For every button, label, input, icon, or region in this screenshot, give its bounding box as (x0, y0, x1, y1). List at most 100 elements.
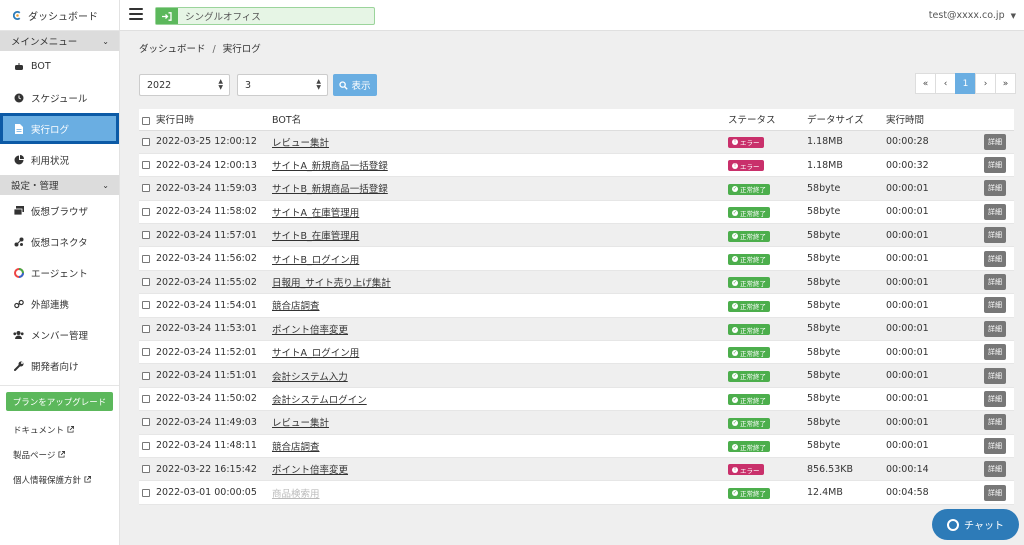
bot-link[interactable]: レビュー集計 (272, 138, 329, 149)
row-checkbox[interactable] (142, 184, 150, 193)
sidebar-item-virtual-connector[interactable]: 仮想コネクタ (0, 226, 119, 257)
row-checkbox[interactable] (142, 394, 150, 403)
user-menu[interactable]: test@xxxx.co.jp ▼ (929, 10, 1016, 21)
detail-button[interactable]: 詳細 (984, 227, 1006, 244)
row-checkbox[interactable] (142, 371, 150, 380)
sidebar-item-virtual-browser[interactable]: 仮想ブラウザ (0, 195, 119, 226)
detail-button[interactable]: 詳細 (984, 484, 1006, 501)
show-button[interactable]: 表示 (333, 74, 377, 96)
status-label: 正常終了 (740, 209, 766, 218)
bot-link[interactable]: サイトA_新規商品一括登録 (272, 161, 388, 172)
row-checkbox[interactable] (142, 348, 150, 357)
sidebar-item-members[interactable]: メンバー管理 (0, 319, 119, 350)
row-checkbox[interactable] (142, 301, 150, 310)
detail-button[interactable]: 詳細 (984, 320, 1006, 337)
row-checkbox[interactable] (142, 488, 150, 497)
breadcrumb-home[interactable]: ダッシュボード (139, 44, 206, 55)
section-main-menu[interactable]: メインメニュー ⌄ (0, 31, 119, 51)
user-email: test@xxxx.co.jp (928, 10, 1005, 21)
sign-in-icon[interactable] (156, 8, 178, 24)
bot-link[interactable]: ポイント倍率変更 (272, 465, 348, 476)
select-all-checkbox[interactable] (142, 116, 150, 125)
bot-link[interactable]: サイトB_新規商品一括登録 (272, 184, 388, 195)
status-label: 正常終了 (740, 373, 766, 382)
row-checkbox[interactable] (142, 231, 150, 240)
cell-size: 58byte (807, 340, 886, 365)
row-checkbox[interactable] (142, 207, 150, 216)
clock-icon (13, 92, 24, 103)
table-row: 2022-03-24 11:57:01 サイトB_在庫管理用 ✓ 正常終了 58byte… (139, 223, 1014, 248)
page-prev-button[interactable]: ‹ (935, 73, 956, 94)
bot-link[interactable]: サイトA_ログイン用 (272, 348, 359, 359)
dashboard-link[interactable]: ダッシュボード (0, 0, 119, 31)
datetime-value: 2022-03-24 12:00:13 (156, 159, 257, 171)
bot-link[interactable]: ポイント倍率変更 (272, 325, 348, 336)
bot-link[interactable]: 会計システムログイン (272, 395, 367, 406)
sidebar-item-external[interactable]: 外部連携 (0, 288, 119, 319)
detail-button[interactable]: 詳細 (984, 250, 1006, 267)
bot-link[interactable]: 競合店調査 (272, 442, 320, 453)
year-select[interactable]: 2022 ▲ ▼ (139, 74, 230, 96)
bot-link[interactable]: サイトB_在庫管理用 (272, 231, 359, 242)
status-label: エラー (740, 466, 760, 475)
detail-button[interactable]: 詳細 (984, 367, 1006, 384)
table-row: 2022-03-24 11:54:01 競合店調査 ✓ 正常終了 58byte 00:00… (139, 293, 1014, 318)
bot-link[interactable]: サイトA_在庫管理用 (272, 208, 359, 219)
chat-button[interactable]: チャット (932, 509, 1019, 540)
month-select[interactable]: 3 ▲ ▼ (237, 74, 328, 96)
cell-status: ✓ 正常終了 (728, 246, 807, 271)
check-icon: ✓ (732, 326, 738, 333)
cell-actions: 詳細 (984, 363, 1014, 388)
row-checkbox[interactable] (142, 161, 150, 170)
bot-link[interactable]: 商品検索用 (272, 489, 320, 500)
detail-button[interactable]: 詳細 (984, 461, 1006, 478)
detail-button[interactable]: 詳細 (984, 297, 1006, 314)
documentation-link[interactable]: ドキュメント (0, 417, 119, 442)
sidebar-item-usage[interactable]: 利用状況 (0, 144, 119, 175)
row-checkbox[interactable] (142, 441, 150, 450)
page-first-button[interactable]: « (915, 73, 936, 94)
product-page-link[interactable]: 製品ページ (0, 442, 119, 467)
sidebar-item-developer[interactable]: 開発者向け (0, 350, 119, 381)
detail-button[interactable]: 詳細 (984, 414, 1006, 431)
detail-button[interactable]: 詳細 (984, 180, 1006, 197)
cell-time: 00:00:01 (886, 176, 984, 201)
detail-button[interactable]: 詳細 (984, 344, 1006, 361)
row-checkbox[interactable] (142, 137, 150, 146)
sidebar-item-schedule[interactable]: スケジュール (0, 82, 119, 113)
cell-status: ✓ 正常終了 (728, 270, 807, 295)
row-checkbox[interactable] (142, 465, 150, 474)
detail-button[interactable]: 詳細 (984, 437, 1006, 454)
row-checkbox[interactable] (142, 324, 150, 333)
upgrade-plan-button[interactable]: プランをアップグレード (6, 392, 113, 411)
page-last-button[interactable]: » (995, 73, 1016, 94)
bot-link[interactable]: サイトB_ログイン用 (272, 255, 359, 266)
status-label: 正常終了 (740, 303, 766, 312)
bot-link[interactable]: レビュー集計 (272, 418, 329, 429)
office-selector[interactable]: シングルオフィス (155, 7, 375, 25)
check-icon: ✓ (732, 233, 738, 239)
detail-button[interactable]: 詳細 (984, 274, 1006, 291)
bot-link[interactable]: 会計システム入力 (272, 372, 348, 383)
cell-datetime: 2022-03-24 11:48:11 (139, 434, 272, 458)
row-checkbox[interactable] (142, 418, 150, 427)
detail-button[interactable]: 詳細 (984, 157, 1006, 174)
section-settings[interactable]: 設定・管理 ⌄ (0, 175, 119, 195)
bot-icon (13, 61, 24, 72)
row-checkbox[interactable] (142, 254, 150, 263)
detail-button[interactable]: 詳細 (984, 390, 1006, 407)
sidebar-item-bot[interactable]: BOT (0, 51, 119, 82)
privacy-policy-link[interactable]: 個人情報保護方針 (0, 467, 119, 492)
page-next-button[interactable]: › (975, 73, 996, 94)
bot-link[interactable]: 競合店調査 (272, 301, 320, 312)
row-checkbox[interactable] (142, 278, 150, 287)
menu-toggle-icon[interactable] (129, 8, 143, 20)
status-label: 正常終了 (740, 396, 766, 405)
detail-button[interactable]: 詳細 (984, 203, 1006, 220)
sidebar-item-exec-log[interactable]: 実行ログ (0, 113, 119, 144)
bot-link[interactable]: 日報用_サイト売り上げ集計 (272, 278, 391, 289)
sidebar-item-agent[interactable]: エージェント (0, 257, 119, 288)
detail-button[interactable]: 詳細 (984, 133, 1006, 150)
page-1-button[interactable]: 1 (955, 73, 976, 94)
status-label: エラー (740, 139, 760, 148)
